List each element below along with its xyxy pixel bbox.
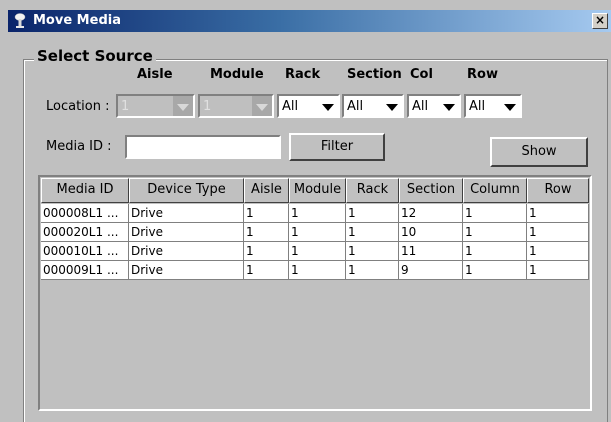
cell-media-id: 000008L1 ...: [41, 204, 129, 223]
column-header-section[interactable]: Section: [399, 178, 463, 203]
cell-section: 11: [399, 242, 463, 261]
cell-device-type: Drive: [129, 204, 244, 223]
cell-device-type: Drive: [129, 223, 244, 242]
cell-column: 1: [463, 223, 527, 242]
chevron-down-icon[interactable]: [386, 104, 398, 111]
col-header: Col: [410, 67, 433, 82]
rack-value: All: [282, 99, 299, 114]
col-select[interactable]: All: [407, 94, 461, 118]
rack-select[interactable]: All: [277, 94, 340, 118]
cell-rack: 1: [346, 261, 399, 280]
column-header-rack[interactable]: Rack: [346, 178, 399, 203]
chevron-down-icon[interactable]: [443, 104, 455, 111]
title-bar[interactable]: Move Media ×: [8, 10, 611, 32]
section-select[interactable]: All: [342, 94, 404, 118]
cell-aisle: 1: [244, 242, 289, 261]
cell-media-id: 000010L1 ...: [41, 242, 129, 261]
filter-button[interactable]: Filter: [289, 133, 385, 161]
cell-module: 1: [289, 204, 346, 223]
chevron-down-icon[interactable]: [504, 104, 516, 111]
column-header-device-type[interactable]: Device Type: [129, 178, 244, 203]
media-id-input[interactable]: [125, 135, 281, 159]
cell-device-type: Drive: [129, 261, 244, 280]
chevron-down-icon[interactable]: [322, 104, 334, 111]
group-title: Select Source: [34, 47, 156, 65]
cell-module: 1: [289, 261, 346, 280]
row-value: All: [469, 99, 486, 114]
cell-module: 1: [289, 223, 346, 242]
cell-module: 1: [289, 242, 346, 261]
cell-media-id: 000009L1 ...: [41, 261, 129, 280]
column-header-module[interactable]: Module: [289, 178, 346, 203]
aisle-header: Aisle: [137, 67, 173, 82]
cell-column: 1: [463, 242, 527, 261]
row-header: Row: [467, 67, 498, 82]
cell-column: 1: [463, 261, 527, 280]
cell-section: 12: [399, 204, 463, 223]
cell-rack: 1: [346, 242, 399, 261]
location-label: Location :: [46, 99, 110, 114]
aisle-value: 1: [121, 99, 130, 114]
media-table[interactable]: Media ID Device Type Aisle Module Rack S…: [38, 175, 592, 411]
cell-row: 1: [527, 242, 589, 261]
column-header-aisle[interactable]: Aisle: [244, 178, 289, 203]
col-value: All: [412, 99, 429, 114]
column-header-media-id[interactable]: Media ID: [41, 178, 129, 203]
row-select[interactable]: All: [464, 94, 522, 118]
column-header-row[interactable]: Row: [527, 178, 589, 203]
chevron-down-icon: [256, 104, 268, 111]
cell-section: 9: [399, 261, 463, 280]
show-button[interactable]: Show: [490, 137, 588, 167]
app-icon: [14, 13, 26, 28]
section-value: All: [347, 99, 364, 114]
move-media-dialog: Move Media × Select Source Aisle Module …: [0, 0, 611, 422]
cell-row: 1: [527, 204, 589, 223]
cell-rack: 1: [346, 223, 399, 242]
cell-device-type: Drive: [129, 242, 244, 261]
cell-aisle: 1: [244, 261, 289, 280]
cell-row: 1: [527, 261, 589, 280]
rack-header: Rack: [285, 67, 321, 82]
section-header: Section: [347, 67, 402, 82]
window-title: Move Media: [33, 13, 121, 28]
column-header-column[interactable]: Column: [463, 178, 527, 203]
close-button[interactable]: ×: [592, 13, 608, 29]
cell-rack: 1: [346, 204, 399, 223]
module-select: 1: [198, 94, 274, 118]
chevron-down-icon: [177, 104, 189, 111]
cell-aisle: 1: [244, 223, 289, 242]
module-value: 1: [203, 99, 212, 114]
module-header: Module: [210, 67, 264, 82]
aisle-select: 1: [116, 94, 195, 118]
cell-column: 1: [463, 204, 527, 223]
cell-media-id: 000020L1 ...: [41, 223, 129, 242]
cell-section: 10: [399, 223, 463, 242]
media-id-label: Media ID :: [46, 139, 112, 154]
cell-row: 1: [527, 223, 589, 242]
cell-aisle: 1: [244, 204, 289, 223]
